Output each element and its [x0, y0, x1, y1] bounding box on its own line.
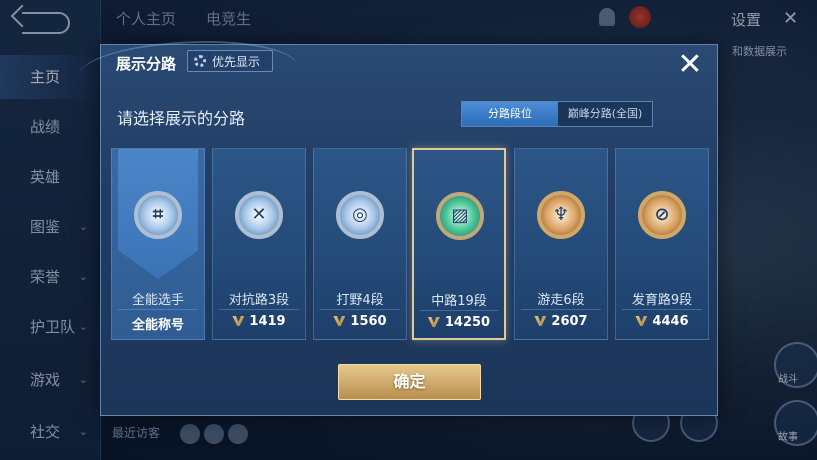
lane-mode-toggle: 分路段位 巅峰分路(全国) — [461, 101, 653, 127]
card-divider — [521, 309, 601, 310]
lane-card[interactable]: ▨ 中路19段 14250 — [412, 148, 506, 340]
laurel-icon — [232, 316, 245, 326]
lane-card[interactable]: ♆ 游走6段 2607 — [514, 148, 608, 340]
lane-rank-label: 对抗路3段 — [228, 293, 290, 308]
card-divider — [118, 309, 198, 310]
lane-card[interactable]: ⌗ 全能选手全能称号 — [111, 148, 205, 340]
emblem-glyph: ◎ — [352, 204, 368, 225]
priority-display-button[interactable]: 优先显示 — [187, 50, 273, 72]
emblem-glyph: ✕ — [251, 204, 267, 225]
lane-score-value: 4446 — [652, 314, 689, 329]
lane-score: 4446 — [616, 314, 708, 329]
gear-icon — [194, 55, 206, 67]
tab-peak-lane[interactable]: 巅峰分路(全国) — [558, 102, 652, 126]
lane-rank-label: 全能选手 — [131, 293, 184, 308]
lane-score: 1419 — [213, 314, 305, 329]
select-prompt: 请选择展示的分路 — [117, 109, 246, 128]
lane-score: 2607 — [515, 314, 607, 329]
lane-score-value: 1419 — [249, 314, 286, 329]
laurel-icon — [333, 316, 346, 326]
rank-emblem-icon: ✕ — [235, 191, 283, 239]
emblem-glyph: ♆ — [552, 204, 570, 225]
laurel-icon — [427, 317, 440, 327]
confirm-button[interactable]: 确定 — [338, 364, 481, 400]
modal-title: 展示分路 — [116, 55, 177, 73]
lane-display-modal: 展示分路 优先显示 ✕ 请选择展示的分路 分路段位 巅峰分路(全国) ⌗ 全能选手… — [77, 41, 718, 416]
emblem-glyph: ⌗ — [152, 204, 164, 225]
tab-lane-rank[interactable]: 分路段位 — [462, 102, 558, 126]
lane-score-value: 14250 — [444, 315, 491, 330]
lane-score: 1560 — [314, 314, 406, 329]
laurel-icon — [534, 316, 547, 326]
laurel-icon — [635, 316, 648, 326]
card-divider — [219, 309, 299, 310]
rank-emblem-icon: ♆ — [537, 191, 585, 239]
emblem-glyph: ⊘ — [654, 204, 670, 225]
lane-score: 全能称号 — [112, 314, 204, 333]
card-divider — [320, 309, 400, 310]
emblem-glyph: ▨ — [451, 205, 469, 226]
lane-score-value: 2607 — [551, 314, 588, 329]
card-divider — [420, 310, 498, 311]
rank-emblem-icon: ⌗ — [134, 191, 182, 239]
priority-display-label: 优先显示 — [212, 55, 261, 69]
lane-card[interactable]: ✕ 对抗路3段 1419 — [212, 148, 306, 340]
lane-rank-label: 中路19段 — [431, 294, 487, 309]
card-divider — [622, 309, 702, 310]
lane-score-value: 全能称号 — [131, 318, 184, 333]
close-icon[interactable]: ✕ — [675, 50, 705, 81]
lane-rank-label: 打野4段 — [336, 293, 384, 308]
rank-emblem-icon: ⊘ — [638, 191, 686, 239]
lane-card[interactable]: ◎ 打野4段 1560 — [313, 148, 407, 340]
lane-score: 14250 — [414, 315, 504, 330]
lane-rank-label: 游走6段 — [537, 293, 585, 308]
lane-card[interactable]: ⊘ 发育路9段 4446 — [615, 148, 709, 340]
lane-rank-label: 发育路9段 — [631, 293, 693, 308]
rank-emblem-icon: ◎ — [336, 191, 384, 239]
lane-score-value: 1560 — [350, 314, 387, 329]
rank-emblem-icon: ▨ — [436, 192, 484, 240]
